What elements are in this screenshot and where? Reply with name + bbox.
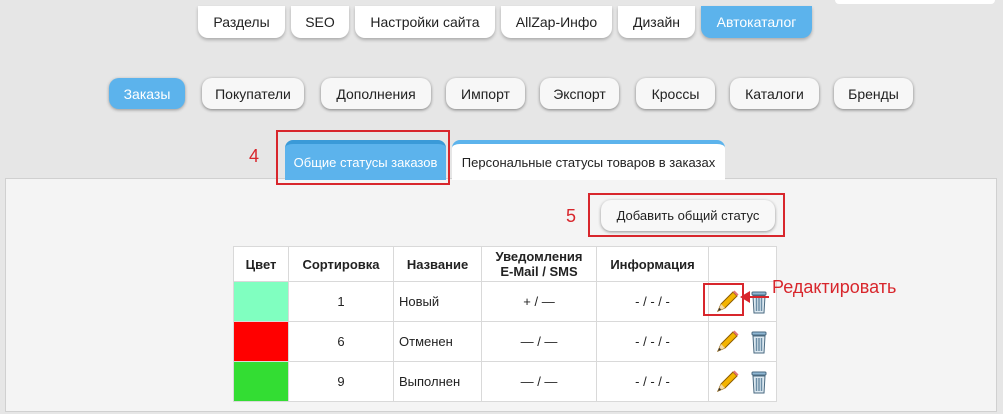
top-tab-design[interactable]: Дизайн <box>618 6 695 38</box>
annotation-arrow-head <box>740 291 750 303</box>
actions-cell <box>708 321 777 362</box>
column-header-name: Название <box>393 246 482 282</box>
nav-orders[interactable]: Заказы <box>109 78 185 109</box>
actions-cell <box>708 361 777 402</box>
status-name-cell: Новый <box>393 281 482 322</box>
nav-import[interactable]: Импорт <box>446 78 525 109</box>
sort-cell: 1 <box>288 281 394 322</box>
status-color-swatch <box>233 361 289 402</box>
notifications-cell: — / — <box>481 361 597 402</box>
status-color-swatch <box>233 281 289 322</box>
info-cell: - / - / - <box>596 361 709 402</box>
trash-icon[interactable] <box>746 329 772 355</box>
highlight-box-edit <box>703 283 744 316</box>
pencil-icon[interactable] <box>714 329 740 355</box>
top-tab-allzap-info[interactable]: AllZap-Инфо <box>501 6 612 38</box>
notifications-header-line1: Уведомления <box>495 249 583 264</box>
info-cell: - / - / - <box>596 321 709 362</box>
status-color-swatch <box>233 321 289 362</box>
column-header-info: Информация <box>596 246 709 282</box>
pencil-icon[interactable] <box>714 369 740 395</box>
nav-customers[interactable]: Покупатели <box>202 78 304 109</box>
notifications-cell: + / — <box>481 281 597 322</box>
table-header-row: Цвет Сортировка Название Уведомления E-M… <box>233 246 777 282</box>
top-tab-seo[interactable]: SEO <box>291 6 349 38</box>
top-tab-site-settings[interactable]: Настройки сайта <box>355 6 495 38</box>
column-header-color: Цвет <box>233 246 289 282</box>
status-name-cell: Отменен <box>393 321 482 362</box>
top-navigation: Разделы SEO Настройки сайта AllZap-Инфо … <box>0 0 1003 42</box>
annotation-step-5: 5 <box>566 206 577 226</box>
trash-icon[interactable] <box>746 369 772 395</box>
annotation-step-4: 4 <box>249 146 260 166</box>
sort-cell: 9 <box>288 361 394 402</box>
column-header-sort: Сортировка <box>288 246 394 282</box>
top-tab-autocatalog[interactable]: Автокаталог <box>701 6 812 38</box>
column-header-notifications: Уведомления E-Mail / SMS <box>481 246 597 282</box>
nav-brands[interactable]: Бренды <box>834 78 913 109</box>
table-row: 9 Выполнен — / — - / - / - <box>233 361 777 402</box>
status-name-cell: Выполнен <box>393 361 482 402</box>
nav-crosses[interactable]: Кроссы <box>636 78 715 109</box>
add-general-status-button[interactable]: Добавить общий статус <box>601 200 775 231</box>
top-tab-sections[interactable]: Разделы <box>198 6 285 38</box>
top-right-edge <box>835 0 995 4</box>
notifications-cell: — / — <box>481 321 597 362</box>
table-row: 6 Отменен — / — - / - / - <box>233 321 777 362</box>
status-table: Цвет Сортировка Название Уведомления E-M… <box>233 246 777 402</box>
info-cell: - / - / - <box>596 281 709 322</box>
highlight-box-tab <box>276 130 450 185</box>
tab-personal-statuses[interactable]: Персональные статусы товаров в заказах <box>452 140 725 180</box>
column-header-actions <box>708 246 777 282</box>
sort-cell: 6 <box>288 321 394 362</box>
notifications-header-line2: E-Mail / SMS <box>500 264 578 279</box>
table-row: 1 Новый + / — - / - / - <box>233 281 777 322</box>
nav-export[interactable]: Экспорт <box>540 78 619 109</box>
nav-catalogs[interactable]: Каталоги <box>730 78 819 109</box>
annotation-edit-label: Редактировать <box>772 277 897 297</box>
nav-additions[interactable]: Дополнения <box>321 78 431 109</box>
